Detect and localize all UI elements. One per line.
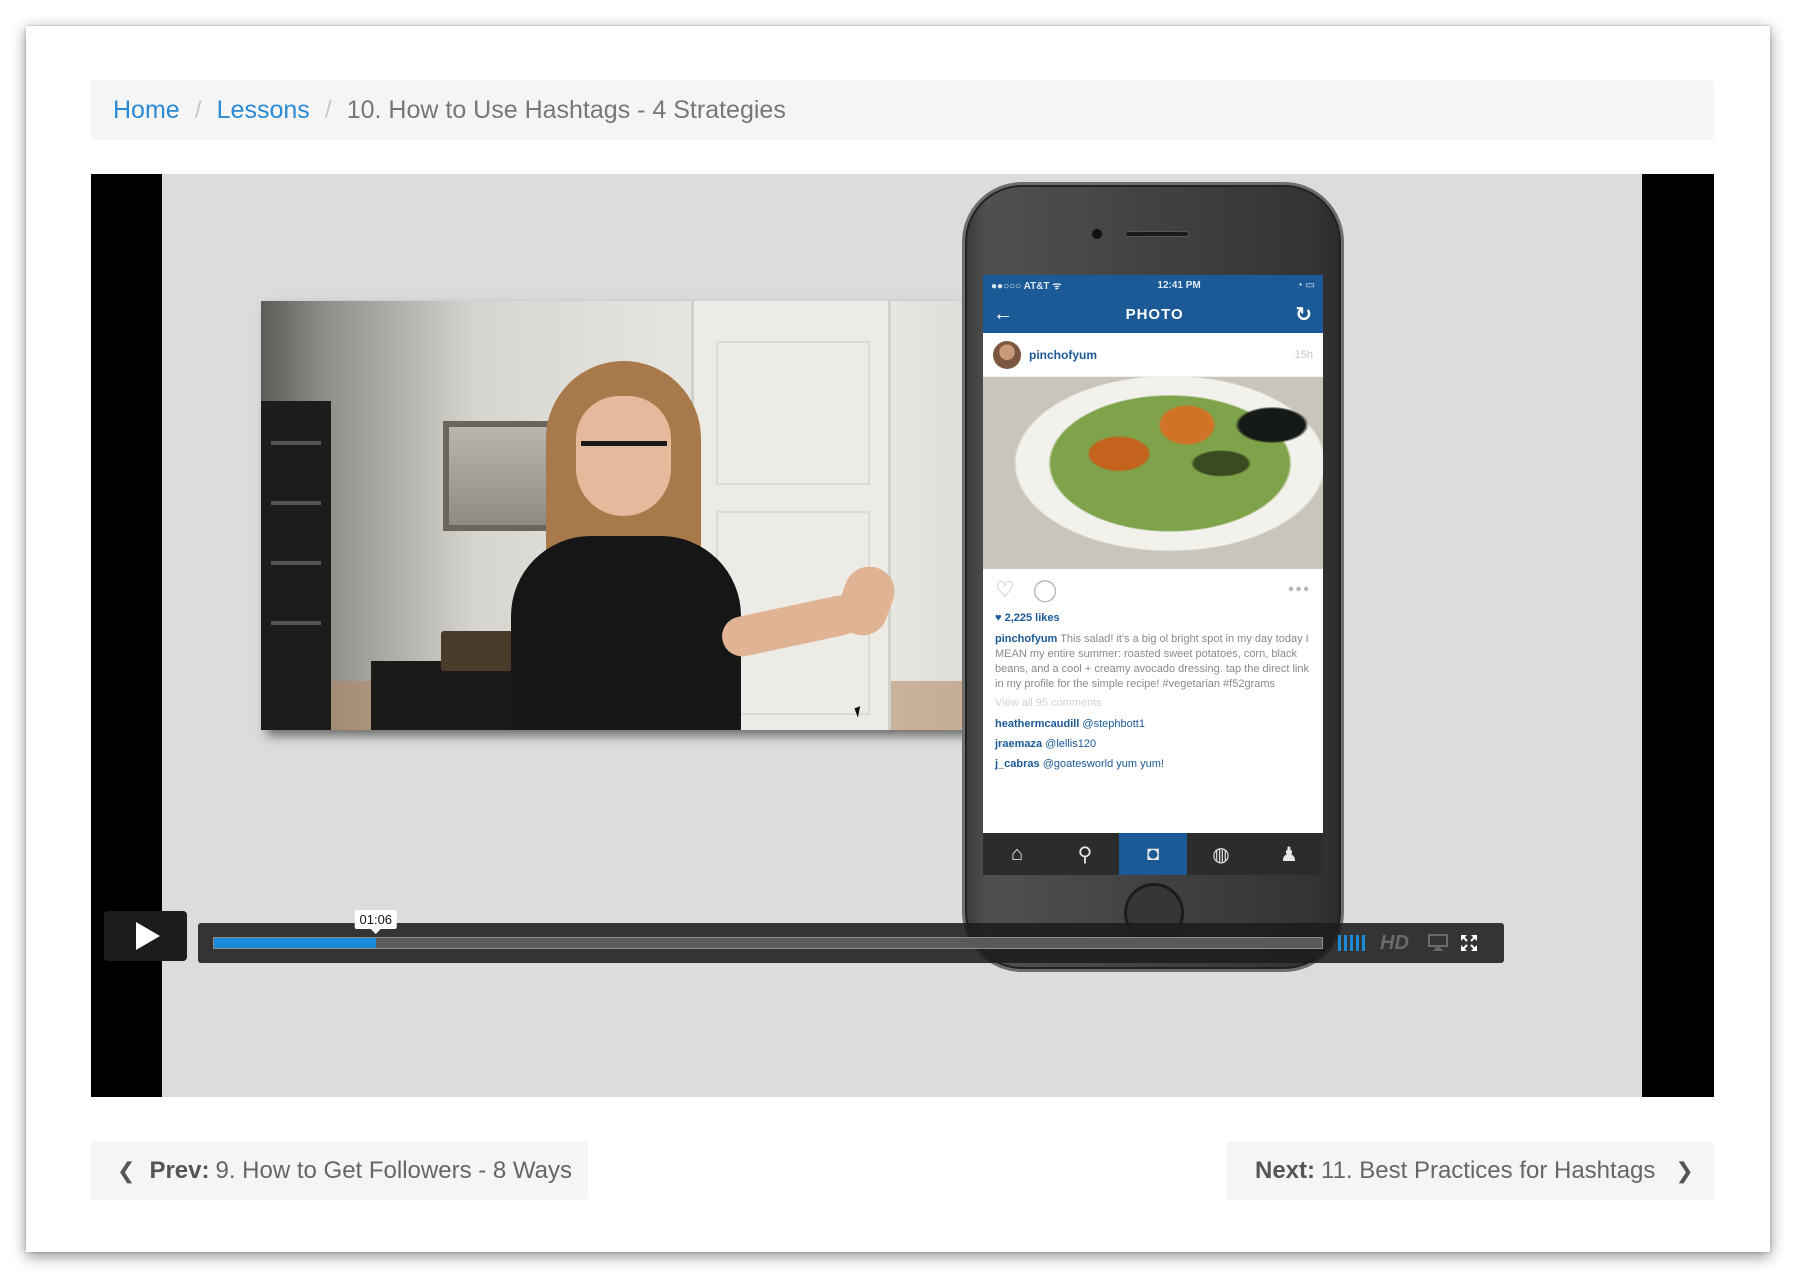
comment-username: heathermcaudill (995, 718, 1080, 730)
status-time: 12:41 PM (1157, 279, 1201, 291)
carrier-text: ●●○○○ AT&T ᯤ (991, 281, 1062, 292)
comment: heathermcaudill @stephbott1 (995, 717, 1311, 732)
heart-icon: ♡ (995, 577, 1015, 602)
comment: j_cabras @goatesworld yum yum! (995, 757, 1311, 772)
post-actions: ♡ ◯ ••• (983, 569, 1323, 611)
fullscreen-icon[interactable] (1460, 934, 1478, 952)
breadcrumb-lessons-link[interactable]: Lessons (217, 96, 310, 125)
breadcrumb-current: 10. How to Use Hashtags - 4 Strategies (346, 95, 786, 124)
refresh-icon: ↻ (1295, 303, 1313, 326)
avatar (993, 340, 1021, 369)
webcam-video (261, 301, 1030, 730)
phone-mockup: ●●○○○ AT&T ᯤ 12:41 PM ◔ ▭ ← PHOTO ↻ pinc… (962, 182, 1344, 972)
comment-text: @stephbott1 (1082, 718, 1145, 730)
breadcrumb-separator: / (194, 95, 202, 124)
post-likes: ♥ 2,225 likes (995, 612, 1060, 624)
next-title: 11. Best Practices for Hashtags (1321, 1157, 1656, 1184)
play-icon (136, 922, 160, 950)
time-tooltip: 01:06 (354, 910, 398, 929)
airplay-icon[interactable] (1428, 934, 1448, 952)
comment-text: @lellis120 (1045, 738, 1097, 750)
breadcrumb-home-link[interactable]: Home (113, 96, 180, 125)
battery-icon: ◔ ▭ (1296, 279, 1315, 291)
phone-camera (1090, 227, 1104, 241)
activity-icon: ◍ (1212, 843, 1230, 866)
hd-button[interactable]: HD (1380, 932, 1409, 955)
next-label: Next: (1255, 1157, 1316, 1184)
instagram-header-title: PHOTO (1125, 305, 1184, 323)
camera-icon: ◘ (1119, 833, 1187, 875)
post-caption: pinchofyum This salad! it's a big ol bri… (995, 632, 1311, 692)
prev-title: 9. How to Get Followers - 8 Ways (215, 1157, 573, 1184)
comment-icon: ◯ (1032, 577, 1058, 602)
comment-text: @goatesworld yum yum! (1042, 758, 1164, 770)
chevron-left-icon: ❮ (117, 1158, 136, 1183)
comment-username: jraemaza (995, 738, 1043, 750)
caption-username: pinchofyum (995, 633, 1058, 645)
volume-control[interactable] (1338, 935, 1365, 951)
prev-lesson-button[interactable]: ❮ Prev: 9. How to Get Followers - 8 Ways (91, 1142, 588, 1200)
video-player[interactable]: ●●○○○ AT&T ᯤ 12:41 PM ◔ ▭ ← PHOTO ↻ pinc… (91, 174, 1714, 1097)
profile-icon: ♟ (1280, 843, 1298, 866)
more-icon: ••• (1288, 581, 1311, 598)
post-photo (983, 377, 1323, 569)
chevron-right-icon: ❯ (1675, 1158, 1694, 1183)
post-age: 15h (1294, 348, 1313, 361)
post-header: pinchofyum 15h (983, 333, 1323, 377)
progress-bar[interactable]: 01:06 (213, 910, 1323, 949)
breadcrumb-separator: / (324, 95, 332, 124)
home-icon: ⌂ (1010, 842, 1024, 865)
view-all-comments: View all 95 comments (995, 697, 1102, 709)
comment: jraemaza @lellis120 (995, 737, 1311, 752)
phone-speaker (1125, 231, 1189, 237)
prev-label: Prev: (149, 1157, 210, 1184)
page-frame: Home / Lessons / 10. How to Use Hashtags… (26, 26, 1770, 1252)
status-bar: ●●○○○ AT&T ᯤ 12:41 PM ◔ ▭ (983, 275, 1323, 295)
comment-username: j_cabras (995, 758, 1040, 770)
progress-fill (214, 938, 376, 948)
post-username: pinchofyum (1029, 347, 1097, 362)
next-lesson-button[interactable]: Next: 11. Best Practices for Hashtags ❯ (1226, 1142, 1714, 1200)
play-button[interactable] (104, 911, 187, 961)
instagram-tabbar: ⌂ ⚲ ◘ ◍ ♟ (983, 833, 1323, 875)
video-controlbar: 01:06 HD (198, 910, 1504, 963)
post-body: ♥ 2,225 likes pinchofyum This salad! it'… (983, 611, 1323, 772)
search-icon: ⚲ (1077, 843, 1093, 866)
instagram-header: ← PHOTO ↻ (983, 295, 1323, 333)
instagram-screen: ●●○○○ AT&T ᯤ 12:41 PM ◔ ▭ ← PHOTO ↻ pinc… (983, 275, 1323, 875)
breadcrumb: Home / Lessons / 10. How to Use Hashtags… (91, 80, 1714, 140)
back-arrow-icon: ← (993, 302, 1014, 325)
